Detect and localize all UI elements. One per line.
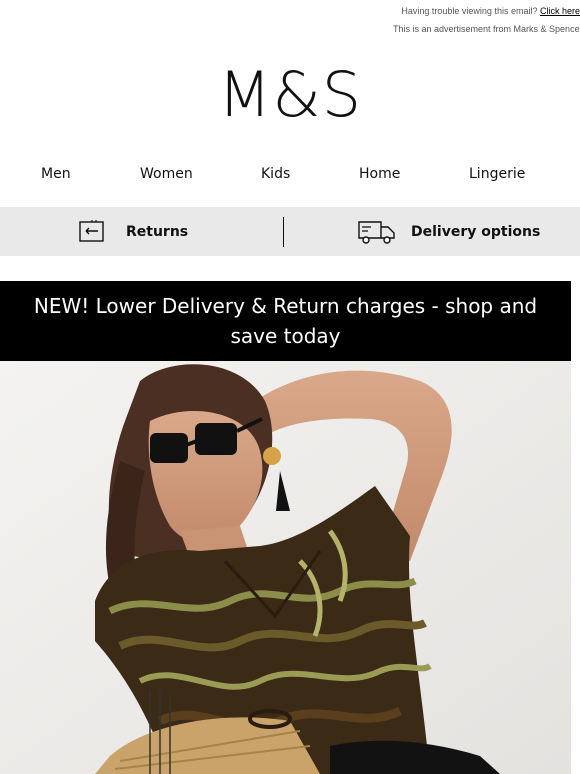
- promo-banner-text: NEW! Lower Delivery & Return charges - s…: [33, 294, 538, 348]
- service-bar: Returns Delivery options: [0, 207, 580, 256]
- promo-banner[interactable]: NEW! Lower Delivery & Return charges - s…: [0, 281, 571, 361]
- category-nav: Men Women Kids Home Lingerie: [0, 160, 580, 190]
- click-here-link[interactable]: Click here: [540, 6, 580, 16]
- trouble-viewing-line: Having trouble viewing this email? Click…: [401, 6, 580, 16]
- brand-logo[interactable]: M&S: [0, 58, 580, 131]
- preheader: Having trouble viewing this email? Click…: [0, 0, 580, 44]
- delivery-options-label: Delivery options: [411, 223, 541, 240]
- hero-photo: [0, 361, 571, 774]
- trouble-viewing-text: Having trouble viewing this email?: [401, 6, 538, 16]
- nav-item-men[interactable]: Men: [41, 166, 71, 182]
- delivery-truck-icon: [358, 220, 395, 244]
- returns-link[interactable]: Returns: [78, 207, 188, 256]
- delivery-options-link[interactable]: Delivery options: [357, 207, 540, 256]
- logo-text: M&S: [217, 58, 363, 131]
- hero-image[interactable]: [0, 361, 571, 774]
- nav-item-lingerie[interactable]: Lingerie: [469, 166, 525, 182]
- nav-item-home[interactable]: Home: [359, 166, 400, 182]
- service-divider: [283, 217, 284, 247]
- returns-label: Returns: [126, 223, 189, 240]
- advertisement-notice: This is an advertisement from Marks & Sp…: [393, 24, 580, 34]
- nav-item-kids[interactable]: Kids: [261, 166, 290, 182]
- nav-item-women[interactable]: Women: [140, 166, 193, 182]
- returns-box-icon: [79, 219, 104, 242]
